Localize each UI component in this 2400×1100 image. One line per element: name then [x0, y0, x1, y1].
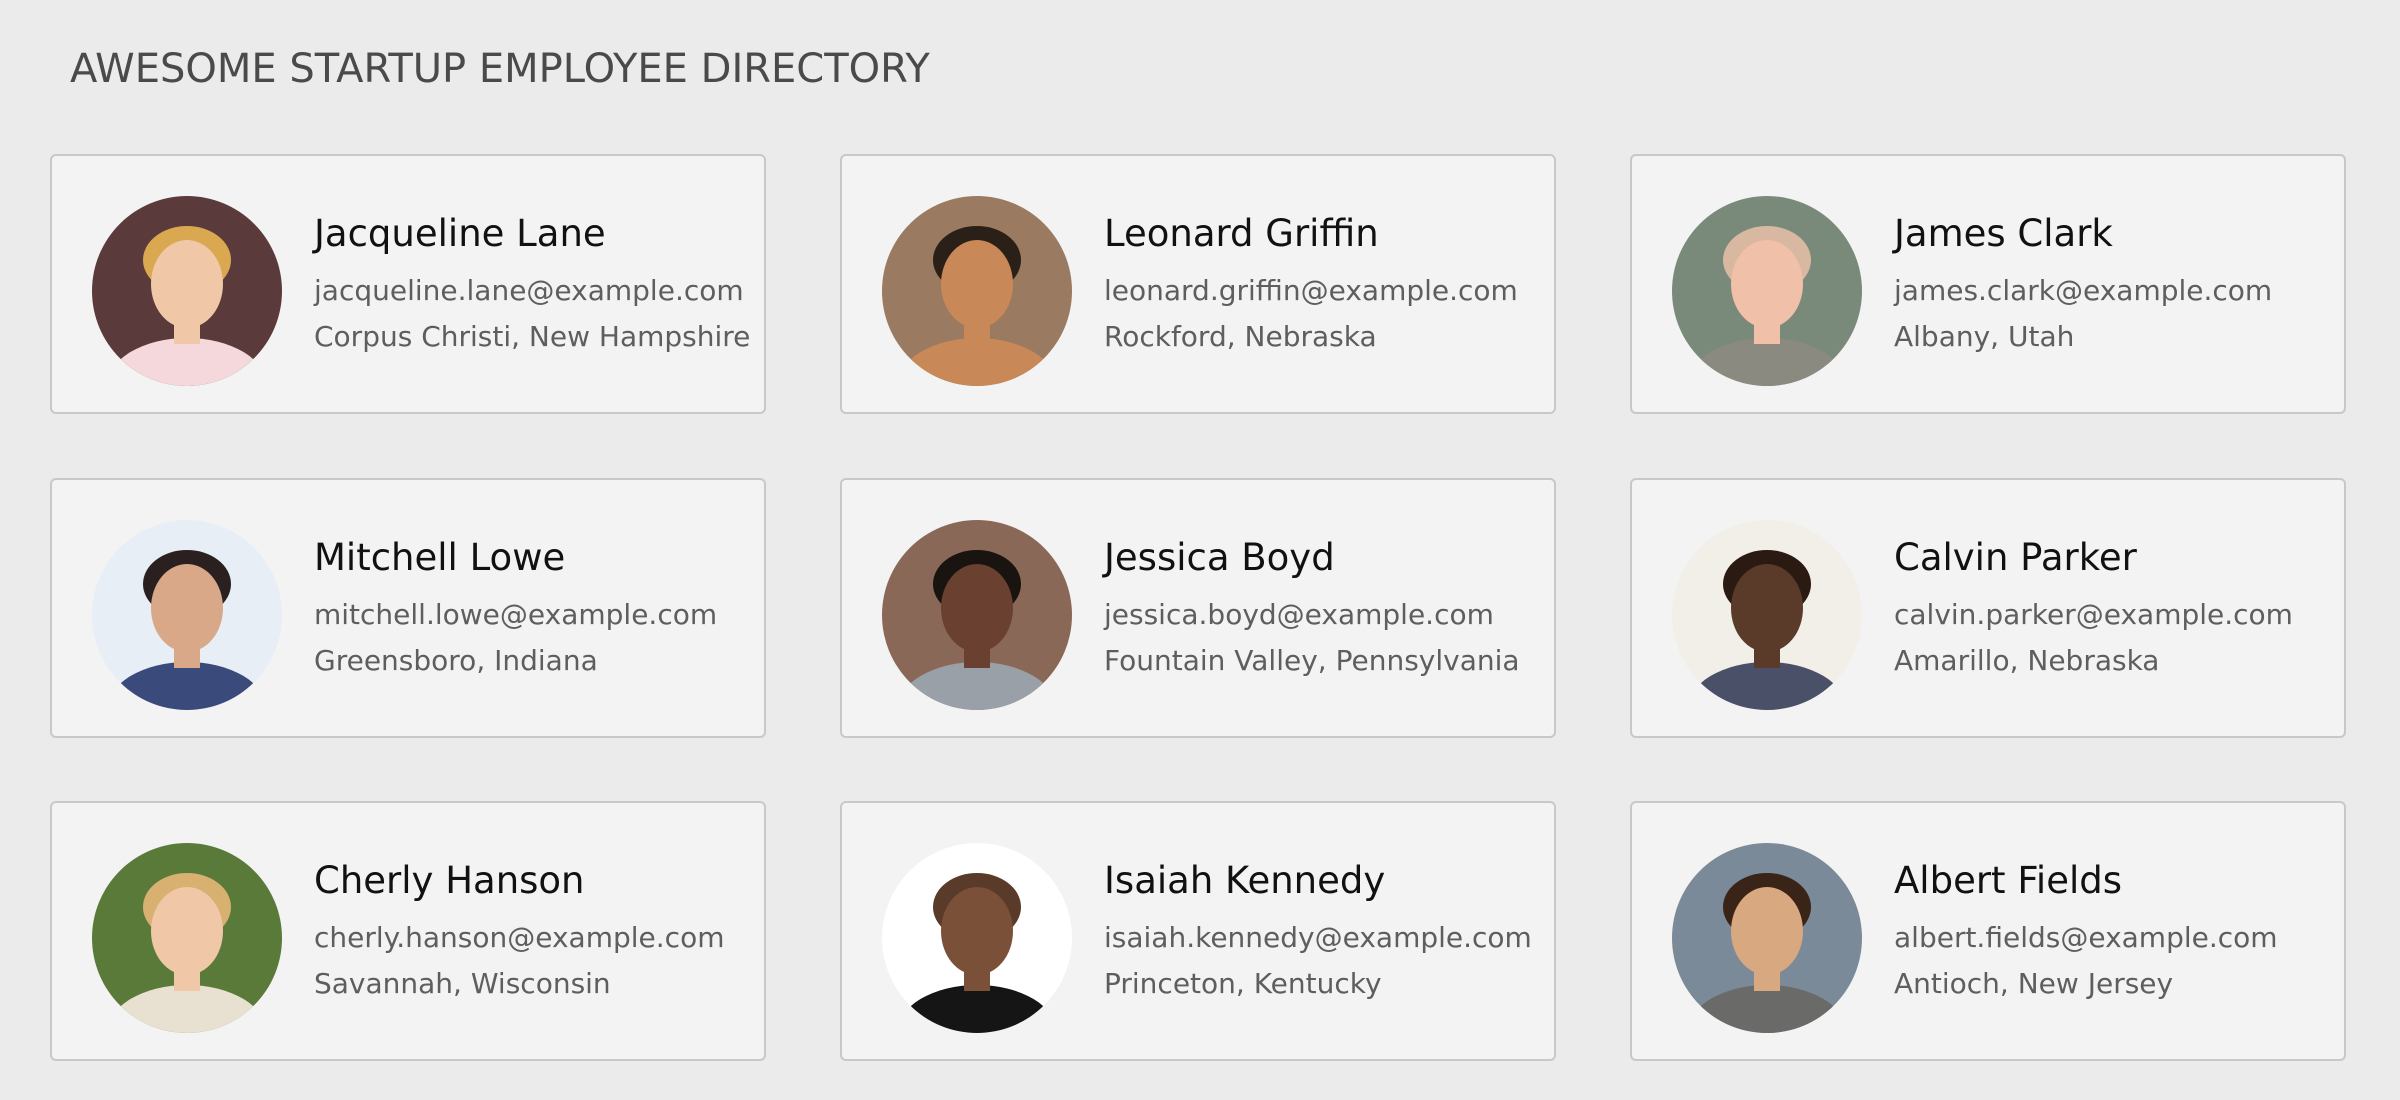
employee-avatar	[1672, 196, 1862, 386]
employee-avatar	[1672, 843, 1862, 1033]
employee-email: mitchell.lowe@example.com	[314, 598, 718, 631]
employee-name: Leonard Griffin	[1104, 212, 1379, 255]
employee-card[interactable]: Leonard Griffin leonard.griffin@example.…	[840, 154, 1556, 414]
employee-name: James Clark	[1894, 212, 2113, 255]
employee-location: Greensboro, Indiana	[314, 644, 598, 677]
employee-card[interactable]: James Clark james.clark@example.com Alba…	[1630, 154, 2346, 414]
employee-card[interactable]: Albert Fields albert.fields@example.com …	[1630, 801, 2346, 1061]
employee-name: Mitchell Lowe	[314, 536, 566, 579]
employee-location: Princeton, Kentucky	[1104, 967, 1382, 1000]
employee-location: Savannah, Wisconsin	[314, 967, 611, 1000]
employee-name: Calvin Parker	[1894, 536, 2137, 579]
employee-card[interactable]: Jacqueline Lane jacqueline.lane@example.…	[50, 154, 766, 414]
employee-avatar	[92, 843, 282, 1033]
employee-email: james.clark@example.com	[1894, 274, 2273, 307]
employee-card[interactable]: Cherly Hanson cherly.hanson@example.com …	[50, 801, 766, 1061]
employee-email: calvin.parker@example.com	[1894, 598, 2293, 631]
employee-card[interactable]: Mitchell Lowe mitchell.lowe@example.com …	[50, 478, 766, 738]
employee-avatar	[882, 196, 1072, 386]
employee-name: Albert Fields	[1894, 859, 2122, 902]
employee-avatar	[92, 196, 282, 386]
employee-avatar	[1672, 520, 1862, 710]
employee-card[interactable]: Calvin Parker calvin.parker@example.com …	[1630, 478, 2346, 738]
employee-location: Corpus Christi, New Hampshire	[314, 320, 751, 353]
employee-email: albert.fields@example.com	[1894, 921, 2278, 954]
employee-email: isaiah.kennedy@example.com	[1104, 921, 1532, 954]
employee-email: jacqueline.lane@example.com	[314, 274, 744, 307]
employee-location: Rockford, Nebraska	[1104, 320, 1377, 353]
employee-name: Isaiah Kennedy	[1104, 859, 1386, 902]
page-title: AWESOME STARTUP EMPLOYEE DIRECTORY	[70, 46, 930, 92]
employee-location: Fountain Valley, Pennsylvania	[1104, 644, 1520, 677]
employee-avatar	[882, 843, 1072, 1033]
employee-name: Cherly Hanson	[314, 859, 585, 902]
employee-avatar	[92, 520, 282, 710]
employee-email: jessica.boyd@example.com	[1104, 598, 1494, 631]
employee-email: cherly.hanson@example.com	[314, 921, 725, 954]
employee-avatar	[882, 520, 1072, 710]
employee-location: Amarillo, Nebraska	[1894, 644, 2160, 677]
employee-name: Jacqueline Lane	[314, 212, 606, 255]
employee-location: Antioch, New Jersey	[1894, 967, 2174, 1000]
employee-email: leonard.griffin@example.com	[1104, 274, 1518, 307]
employee-location: Albany, Utah	[1894, 320, 2075, 353]
employee-card[interactable]: Isaiah Kennedy isaiah.kennedy@example.co…	[840, 801, 1556, 1061]
employee-name: Jessica Boyd	[1104, 536, 1335, 579]
employee-card[interactable]: Jessica Boyd jessica.boyd@example.com Fo…	[840, 478, 1556, 738]
